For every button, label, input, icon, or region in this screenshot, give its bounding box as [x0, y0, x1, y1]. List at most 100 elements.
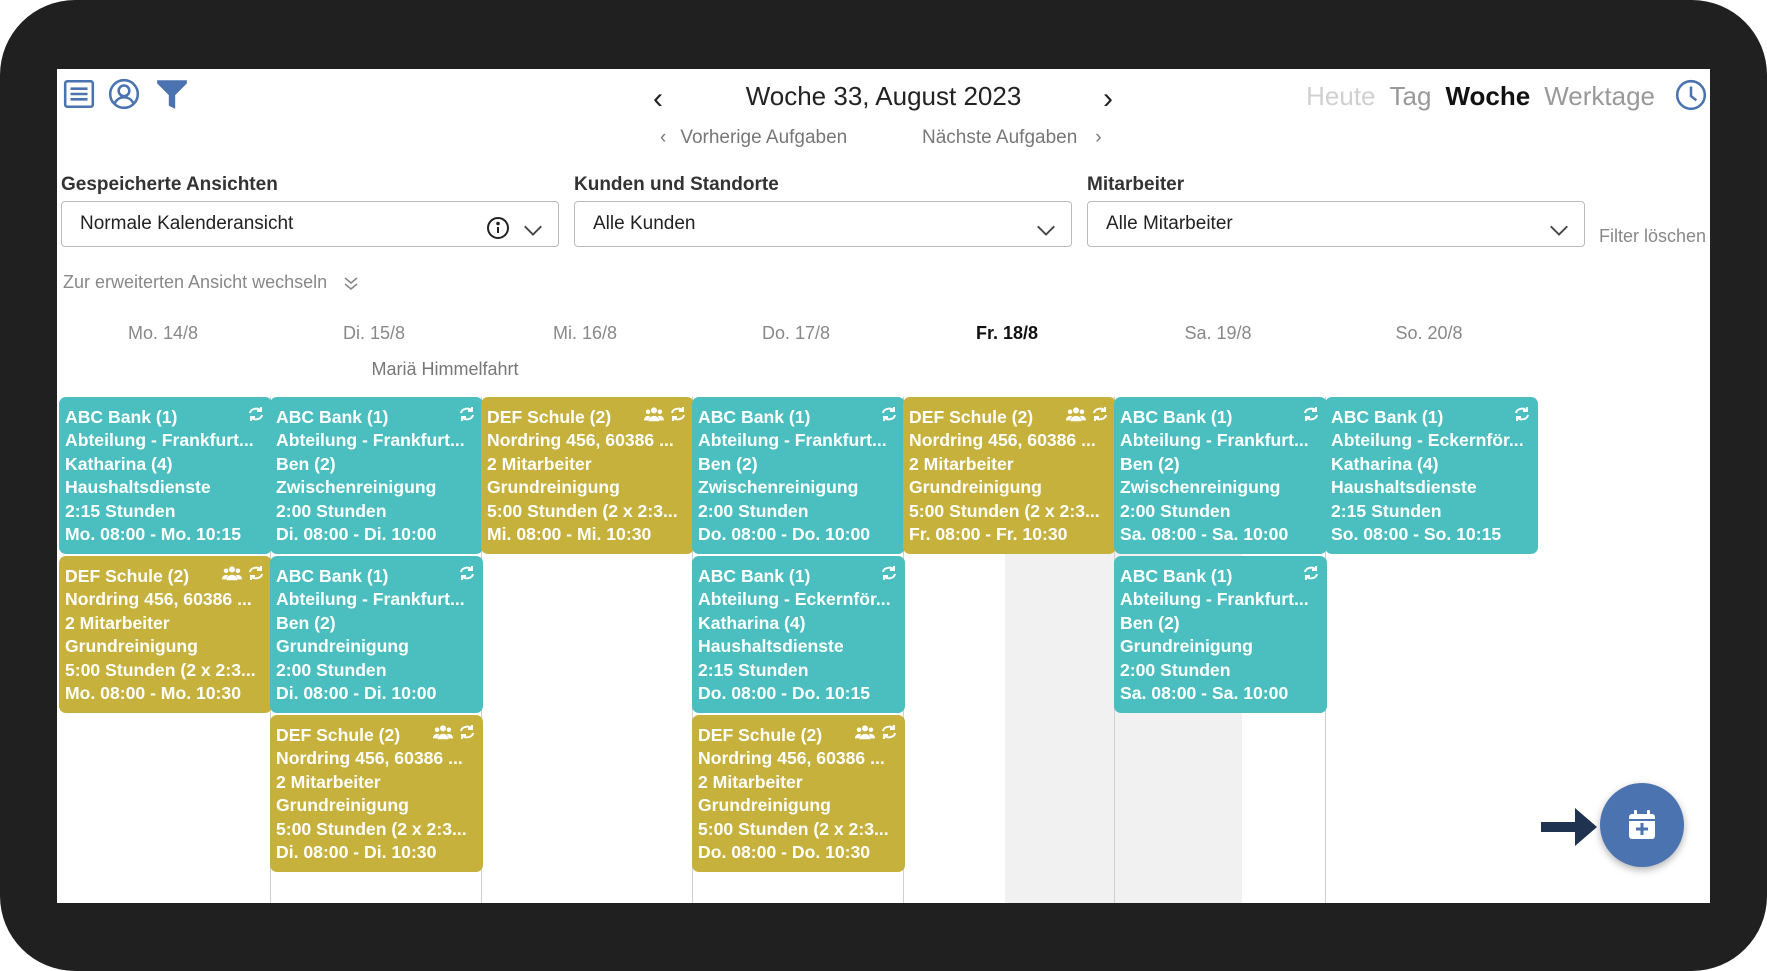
prev-tasks-link[interactable]: ‹ Vorherige Aufgaben	[660, 127, 847, 149]
event-line: Ben (2)	[698, 453, 758, 474]
event-icons	[1066, 405, 1110, 429]
employees-label: Mitarbeiter	[1087, 174, 1185, 195]
event-line: ABC Bank (1)	[1120, 407, 1233, 427]
event-line: 2 Mitarbeiter	[698, 771, 803, 792]
event-line: Abteilung - Frankfurt...	[276, 430, 465, 451]
event-line: 5:00 Stunden (2 x 2:3...	[698, 818, 889, 839]
event-line: Mo. 08:00 - Mo. 10:15	[65, 524, 241, 545]
repeat-icon	[457, 723, 477, 747]
event-line: 5:00 Stunden (2 x 2:3...	[487, 500, 678, 521]
calendar-plus-icon	[1629, 810, 1655, 839]
repeat-icon	[879, 564, 899, 588]
event-line: Grundreinigung	[698, 795, 831, 816]
event-line: 2:15 Stunden	[65, 500, 176, 521]
next-tasks-link[interactable]: Nächste Aufgaben ›	[922, 127, 1102, 149]
repeat-icon	[457, 564, 477, 588]
event-line: ABC Bank (1)	[276, 407, 389, 427]
customers-value: Alle Kunden	[593, 213, 696, 234]
add-appointment-button[interactable]	[1600, 783, 1684, 867]
day-header[interactable]: Do. 17/8	[678, 323, 914, 344]
calendar-event[interactable]: ABC Bank (1) Abteilung - Frankfurt... Ben …	[270, 556, 483, 713]
event-line: Abteilung - Frankfurt...	[698, 430, 887, 451]
prev-week-button[interactable]: ‹	[653, 84, 663, 114]
event-line: Ben (2)	[276, 612, 336, 633]
calendar-event[interactable]: ABC Bank (1) Abteilung - Frankfurt... Ben …	[270, 397, 483, 554]
calendar-event[interactable]: DEF Schule (2) Nordring 456, 60386 ... 2 M…	[59, 556, 272, 713]
calendar-event[interactable]: ABC Bank (1) Abteilung - Frankfurt... Kath…	[59, 397, 272, 554]
event-icons	[1301, 564, 1321, 588]
chevron-down-icon	[1548, 214, 1570, 236]
view-today[interactable]: Heute	[1306, 81, 1375, 112]
event-icons	[855, 723, 899, 747]
event-line: 2 Mitarbeiter	[65, 612, 170, 633]
event-line: Zwischenreinigung	[1120, 477, 1281, 498]
switch-view-link[interactable]: Zur erweiterten Ansicht wechseln	[63, 272, 360, 293]
week-title: Woche 33, August 2023	[745, 81, 1022, 111]
user-icon[interactable]	[107, 77, 141, 111]
repeat-icon	[457, 405, 477, 429]
day-header[interactable]: Di. 15/8	[256, 323, 492, 344]
event-line: Grundreinigung	[276, 795, 409, 816]
saved-views-select[interactable]: Normale Kalenderansicht	[61, 201, 559, 247]
day-header[interactable]: Mo. 14/8	[57, 323, 281, 344]
event-line: 2:00 Stunden	[1120, 659, 1231, 680]
group-icon	[855, 723, 875, 747]
event-line: ABC Bank (1)	[1120, 566, 1233, 586]
next-week-button[interactable]: ›	[1103, 84, 1113, 114]
repeat-icon	[246, 405, 266, 429]
event-line: 2:00 Stunden	[1120, 500, 1231, 521]
event-line: Abteilung - Eckernför...	[698, 589, 891, 610]
event-line: Ben (2)	[276, 453, 336, 474]
calendar-event[interactable]: DEF Schule (2) Nordring 456, 60386 ... 2 M…	[692, 715, 905, 872]
customers-select[interactable]: Alle Kunden	[574, 201, 1072, 247]
calendar-event[interactable]: ABC Bank (1) Abteilung - Eckernför... Kath…	[1325, 397, 1538, 554]
view-day[interactable]: Tag	[1390, 81, 1432, 112]
filter-icon[interactable]	[155, 77, 189, 111]
event-line: Abteilung - Frankfurt...	[276, 589, 465, 610]
event-line: Fr. 08:00 - Fr. 10:30	[909, 524, 1068, 545]
group-icon	[1066, 405, 1086, 429]
calendar-event[interactable]: DEF Schule (2) Nordring 456, 60386 ... 2 M…	[903, 397, 1116, 554]
event-line: Nordring 456, 60386 ...	[698, 748, 885, 769]
view-switch: Heute Tag Woche Werktage	[1306, 81, 1655, 112]
calendar-event[interactable]: DEF Schule (2) Nordring 456, 60386 ... 2 M…	[270, 715, 483, 872]
view-workdays[interactable]: Werktage	[1544, 81, 1655, 112]
calendar-event[interactable]: ABC Bank (1) Abteilung - Frankfurt... Ben …	[692, 397, 905, 554]
employees-select[interactable]: Alle Mitarbeiter	[1087, 201, 1585, 247]
event-icons	[644, 405, 688, 429]
event-line: Do. 08:00 - Do. 10:30	[698, 842, 871, 863]
event-line: Zwischenreinigung	[276, 477, 437, 498]
event-line: 2 Mitarbeiter	[487, 453, 592, 474]
event-line: 2:00 Stunden	[276, 659, 387, 680]
day-header[interactable]: Mi. 16/8	[467, 323, 703, 344]
device-frame: ‹ Woche 33, August 2023 › ‹ Vorherige Auf…	[0, 0, 1767, 971]
repeat-icon	[1301, 405, 1321, 429]
day-header[interactable]: Sa. 19/8	[1100, 323, 1336, 344]
calendar-event[interactable]: DEF Schule (2) Nordring 456, 60386 ... 2 M…	[481, 397, 694, 554]
info-icon[interactable]	[486, 213, 510, 239]
event-line: Do. 08:00 - Do. 10:15	[698, 683, 871, 704]
menu-icon[interactable]	[62, 77, 96, 111]
calendar-event[interactable]: ABC Bank (1) Abteilung - Eckernför... Kath…	[692, 556, 905, 713]
view-week[interactable]: Woche	[1445, 81, 1530, 112]
event-line: Di. 08:00 - Di. 10:00	[276, 524, 437, 545]
clear-filter-button[interactable]: Filter löschen	[1599, 226, 1706, 247]
event-line: So. 08:00 - So. 10:15	[1331, 524, 1502, 545]
event-line: ABC Bank (1)	[698, 407, 811, 427]
repeat-icon	[879, 405, 899, 429]
event-icons	[879, 564, 899, 588]
employees-value: Alle Mitarbeiter	[1106, 213, 1233, 234]
event-icons	[457, 564, 477, 588]
calendar-event[interactable]: ABC Bank (1) Abteilung - Frankfurt... Ben …	[1114, 556, 1327, 713]
group-icon	[433, 723, 453, 747]
saved-views-value: Normale Kalenderansicht	[80, 213, 294, 234]
repeat-icon	[246, 564, 266, 588]
day-header[interactable]: Fr. 18/8	[889, 323, 1125, 344]
event-line: Nordring 456, 60386 ...	[65, 589, 252, 610]
event-line: Di. 08:00 - Di. 10:30	[276, 842, 437, 863]
clock-icon[interactable]	[1674, 78, 1708, 112]
day-header[interactable]: So. 20/8	[1311, 323, 1547, 344]
repeat-icon	[668, 405, 688, 429]
calendar-event[interactable]: ABC Bank (1) Abteilung - Frankfurt... Ben …	[1114, 397, 1327, 554]
event-line: Abteilung - Frankfurt...	[1120, 589, 1309, 610]
